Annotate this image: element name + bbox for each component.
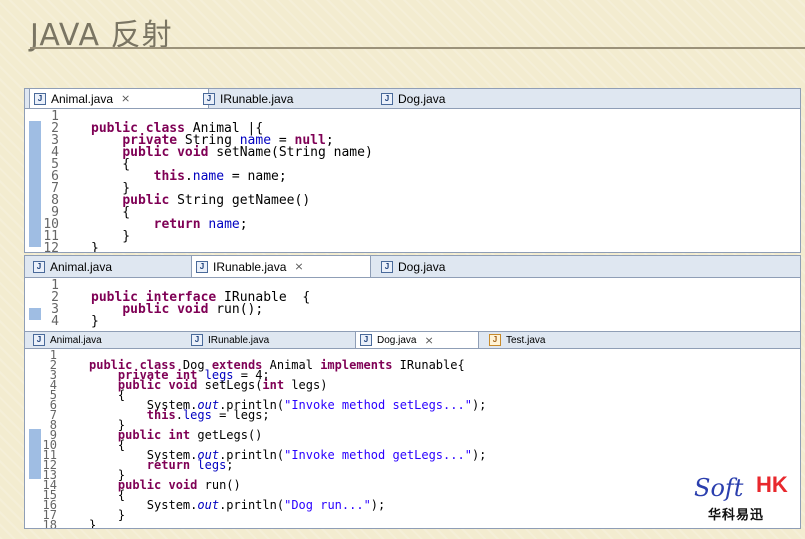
java-file-icon: J — [381, 92, 393, 105]
editor-irunable: J Animal.java J IRunable.java ⨯ J Dog.ja… — [24, 255, 801, 333]
code-line: 17 } — [43, 509, 486, 521]
tab-label: Test.java — [506, 334, 546, 346]
code-line: 4 public void setLegs(int legs) — [50, 379, 486, 391]
code-line: 3 public void run(); — [51, 302, 310, 317]
java-file-icon: J — [381, 260, 393, 273]
code-text: } — [91, 241, 99, 253]
tab-test-java[interactable]: J Test.java — [485, 332, 595, 348]
tab-dog-java[interactable]: J Dog.java ⨯ — [355, 332, 479, 348]
code-text: public void run(); — [122, 302, 264, 317]
softhk-logo: Soft HK 华科易迅 — [694, 472, 798, 523]
code-line: 10 return name; — [43, 218, 373, 231]
tab-animal-java[interactable]: J Animal.java ⨯ — [29, 89, 209, 108]
tab-label: Animal.java — [50, 259, 113, 274]
code-line: 9 public int getLegs() — [50, 429, 486, 441]
code-text: } — [91, 314, 99, 329]
line-number: 4 — [51, 314, 59, 329]
java-file-icon: J — [489, 334, 501, 346]
tab-dog-java[interactable]: J Dog.java — [377, 256, 547, 277]
logo-hk-text: HK — [756, 472, 788, 497]
code-line: 4} — [51, 314, 310, 329]
tab-irunable-java[interactable]: J IRunable.java — [187, 332, 347, 348]
close-icon[interactable]: ⨯ — [121, 92, 130, 105]
java-file-icon: J — [34, 92, 46, 105]
tab-label: IRunable.java — [208, 334, 270, 346]
code-line: 12 return legs; — [43, 459, 486, 471]
logo-soft-text: Soft — [694, 474, 744, 502]
java-file-icon: J — [33, 260, 45, 273]
tab-label: Animal.java — [50, 334, 102, 346]
close-icon[interactable]: ⨯ — [294, 260, 303, 273]
java-file-icon: J — [360, 334, 372, 346]
code-area[interactable]: 1 2 public class Animal |{3 private String… — [43, 110, 373, 253]
code-line: 16 System.out.println("Dog run..."); — [43, 499, 486, 511]
tab-animal-java[interactable]: J Animal.java — [29, 256, 199, 277]
tab-label: Dog.java — [377, 334, 417, 346]
code-area[interactable]: 1 2 public class Dog extends Animal implem… — [43, 349, 487, 529]
code-text: } — [89, 518, 97, 529]
tab-label: IRunable.java — [220, 91, 294, 106]
tab-label: Dog.java — [398, 91, 446, 106]
tab-animal-java[interactable]: J Animal.java — [29, 332, 179, 348]
code-area[interactable]: 1 2 public interface IRunable {3 public vo… — [51, 279, 310, 329]
tab-label: Animal.java — [51, 91, 114, 106]
tab-dog-java[interactable]: J Dog.java — [377, 89, 547, 108]
title-underline — [30, 47, 805, 49]
code-line: 12} — [43, 241, 373, 253]
java-file-icon: J — [191, 334, 203, 346]
java-file-icon: J — [196, 260, 208, 273]
tab-irunable-java[interactable]: J IRunable.java ⨯ — [191, 256, 371, 277]
code-text: public void setName(String name) — [122, 145, 373, 160]
editor-tabbar: J Animal.java J IRunable.java ⨯ J Dog.ja… — [25, 256, 800, 278]
java-file-icon: J — [33, 334, 45, 346]
editor-dog: J Animal.java J IRunable.java J Dog.java… — [24, 331, 801, 529]
code-line: 6 this.name = name; — [51, 170, 373, 183]
editor-tabbar: J Animal.java J IRunable.java J Dog.java… — [25, 332, 800, 349]
line-number: 12 — [43, 241, 59, 253]
code-line: 7 this.legs = legs; — [50, 409, 486, 421]
logo-chinese-text: 华科易迅 — [708, 508, 765, 523]
tab-irunable-java[interactable]: J IRunable.java — [199, 89, 369, 108]
editor-animal: J Animal.java ⨯ J IRunable.java J Dog.ja… — [24, 88, 801, 253]
tab-label: IRunable.java — [213, 259, 287, 274]
code-line: 8 public String getNamee() — [51, 194, 373, 207]
code-line: 11 } — [43, 230, 373, 243]
tab-label: Dog.java — [398, 259, 446, 274]
java-file-icon: J — [203, 92, 215, 105]
line-number: 18 — [42, 518, 57, 529]
code-line: 14 public void run() — [43, 479, 486, 491]
code-line: 4 public void setName(String name) — [51, 145, 373, 160]
editor-tabbar: J Animal.java ⨯ J IRunable.java J Dog.ja… — [25, 89, 800, 109]
close-icon[interactable]: ⨯ — [424, 334, 433, 347]
code-line: 18} — [43, 518, 486, 529]
